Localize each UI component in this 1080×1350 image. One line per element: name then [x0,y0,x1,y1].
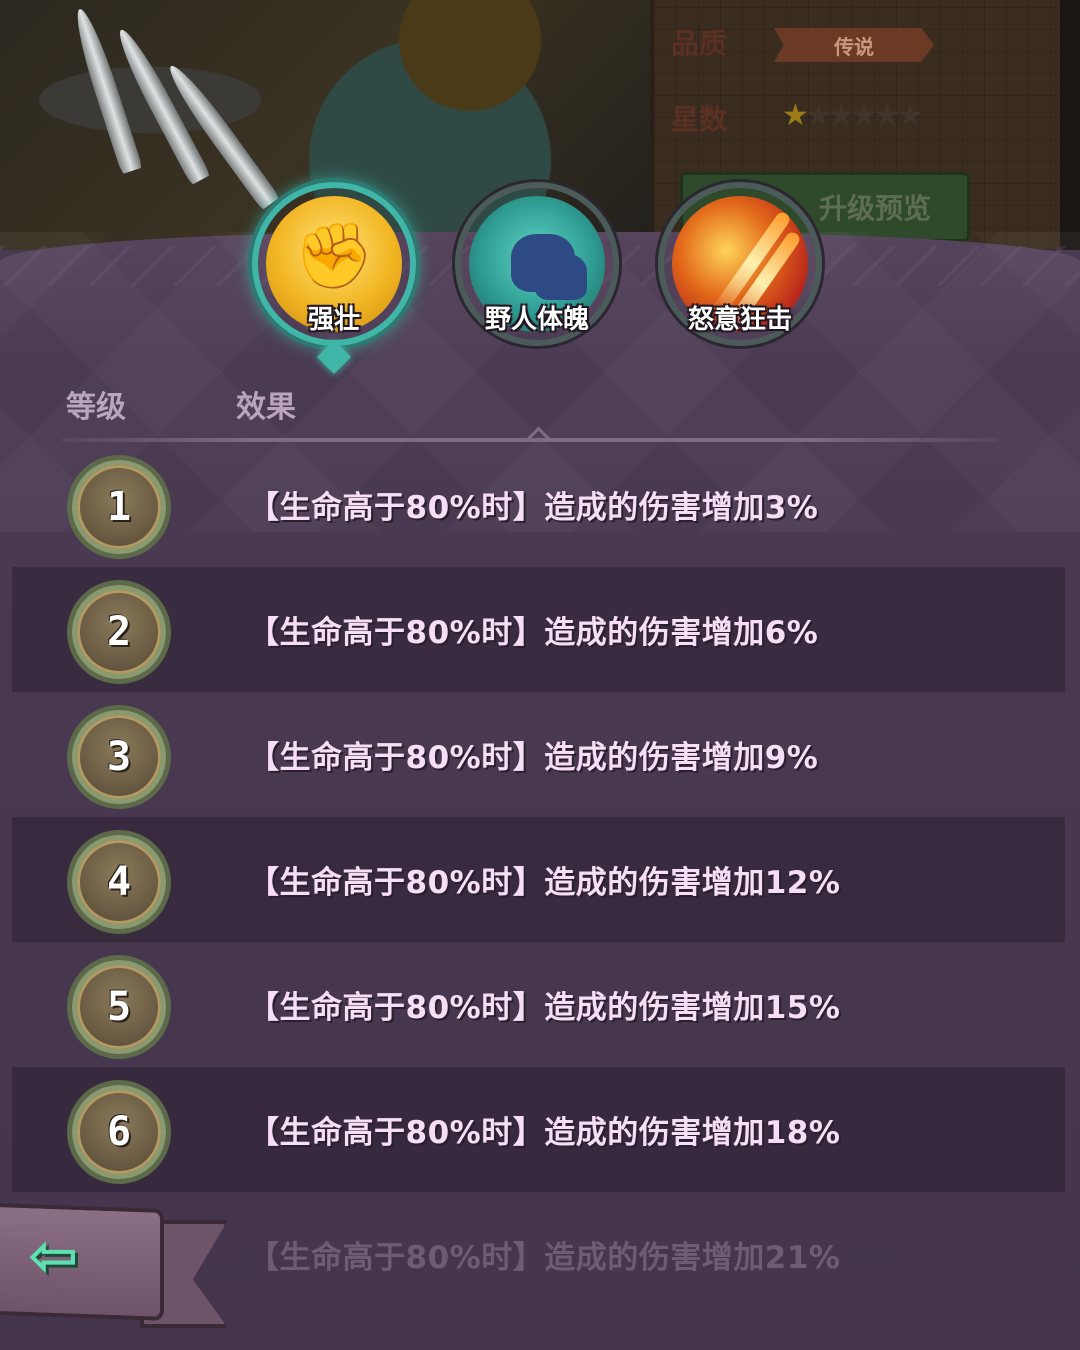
level-number: 1 [106,484,132,530]
level-badge: 4 [72,835,166,929]
quality-ribbon: 传说 [774,28,934,62]
level-number: 5 [106,984,132,1030]
effect-text: 【生命高于80%时】造成的伤害增加18% [248,1115,841,1151]
effect-text: 【生命高于80%时】造成的伤害增加12% [248,865,841,901]
level-badge: 6 [72,1085,166,1179]
tab-label: 怒意狂击 [687,305,792,335]
header-effect: 效果 [236,390,296,425]
level-number: 2 [106,609,132,655]
level-badge: 3 [72,710,166,804]
star-icon: ★ [873,98,901,133]
effect-text: 【生命高于80%时】造成的伤害增加21% [248,1240,841,1276]
level-badge: 1 [72,460,166,554]
effect-text: 【生命高于80%时】造成的伤害增加9% [248,740,819,776]
quality-value: 传说 [834,34,874,59]
star-icon: ★ [804,98,832,133]
level-number: 4 [106,859,132,905]
star-icon: ★ [896,98,924,133]
upgrade-preview-label: 升级预览 [818,192,931,225]
table-row: 3 【生命高于80%时】造成的伤害增加9% [12,692,1065,817]
tab-skill-rage-strike[interactable]: 怒意狂击 [658,182,822,346]
tab-label: 野人体魄 [484,305,589,335]
header-level: 等级 [66,390,126,425]
star-rating: ★★★★★★ [782,98,924,133]
hero-edge [1060,0,1080,250]
table-row: 4 【生命高于80%时】造成的伤害增加12% [12,817,1065,942]
level-number: 6 [106,1109,132,1155]
tab-skill-strong[interactable]: ✊ 强壮 [252,182,416,346]
arrow-left-icon: ⇦ [28,1221,79,1291]
back-button[interactable]: ⇦ [0,1200,228,1328]
table-row: 2 【生命高于80%时】造成的伤害增加6% [12,567,1065,692]
star-icon: ★ [827,98,855,133]
effect-text: 【生命高于80%时】造成的伤害增加3% [248,490,819,526]
tab-skill-savage-body[interactable]: 野人体魄 [455,182,619,346]
effect-text: 【生命高于80%时】造成的伤害增加6% [248,615,819,651]
level-number: 3 [106,734,132,780]
claw-decoration [69,5,143,175]
table-row: 1 【生命高于80%时】造成的伤害增加3% [12,442,1065,567]
star-icon: ★ [850,98,878,133]
star-icon: ★ [782,98,809,133]
tab-label: 强壮 [307,305,360,335]
quality-label: 品质 [671,27,728,60]
table-row: 5 【生命高于80%时】造成的伤害增加15% [12,942,1065,1067]
stars-label: 星数 [671,103,728,136]
effect-text: 【生命高于80%时】造成的伤害增加15% [248,990,841,1026]
table-row: 6 【生命高于80%时】造成的伤害增加18% [12,1067,1065,1192]
level-badge: 2 [72,585,166,679]
level-badge: 5 [72,960,166,1054]
